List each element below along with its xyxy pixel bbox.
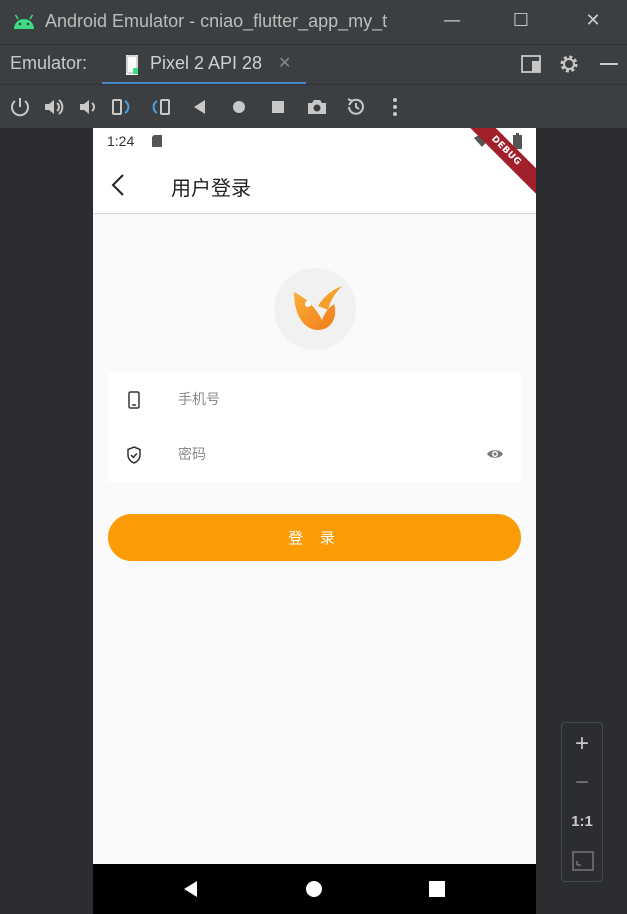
volume-up-icon[interactable] [42, 95, 66, 119]
window-title: Android Emulator - cniao_flutter_app_my_… [45, 11, 388, 31]
login-form [108, 372, 521, 482]
close-window-button[interactable]: ✕ [582, 10, 604, 32]
zoom-in-button[interactable]: + [562, 729, 602, 759]
zoom-controls: + − 1:1 [561, 722, 603, 882]
tab-close-icon[interactable]: ✕ [278, 53, 291, 72]
page-title: 用户登录 [171, 176, 251, 200]
eye-icon[interactable] [486, 446, 504, 462]
emulator-label: Emulator: [10, 53, 88, 73]
settings-gear-icon[interactable] [558, 53, 580, 75]
more-icon[interactable] [383, 95, 407, 119]
login-button[interactable]: 登 录 [108, 514, 521, 561]
overview-icon[interactable] [266, 95, 290, 119]
phone-input[interactable] [178, 388, 468, 412]
snapshot-icon[interactable] [344, 95, 368, 119]
app-logo [274, 268, 356, 350]
device-screen[interactable]: 1:24 用户登录 DEBUG 手机号 登 录 [93, 128, 536, 914]
back-arrow-icon[interactable] [109, 173, 129, 197]
rotate-right-icon[interactable] [148, 95, 172, 119]
android-nav-bar [93, 864, 536, 914]
tab-label: Pixel 2 API 28 [150, 53, 263, 73]
nav-back-icon[interactable] [181, 879, 201, 899]
minimize-button[interactable]: — [441, 10, 463, 32]
home-icon[interactable] [227, 95, 251, 119]
nav-overview-icon[interactable] [427, 879, 447, 899]
volume-down-icon[interactable] [76, 95, 100, 119]
password-field [108, 427, 521, 482]
nav-home-icon[interactable] [304, 879, 324, 899]
window-title-bar: Android Emulator - cniao_flutter_app_my_… [0, 0, 627, 44]
device-icon [126, 55, 138, 75]
bird-logo-icon [294, 286, 342, 330]
fit-screen-icon[interactable] [572, 851, 594, 871]
status-time: 1:24 [107, 133, 135, 149]
power-icon[interactable] [8, 95, 32, 119]
sd-card-icon [152, 135, 162, 147]
layout-icon[interactable] [520, 53, 542, 75]
emulator-toolbar [0, 84, 627, 128]
maximize-button[interactable]: ☐ [510, 10, 532, 32]
password-input[interactable] [178, 443, 468, 467]
phone-field [108, 372, 521, 427]
back-icon[interactable] [188, 95, 212, 119]
zoom-out-button[interactable]: − [562, 768, 602, 798]
rotate-left-icon[interactable] [110, 95, 134, 119]
emulator-tab-bar: Emulator: Pixel 2 API 28 ✕ [0, 44, 627, 85]
zoom-one-to-one-button[interactable]: 1:1 [562, 807, 602, 837]
phone-icon [128, 391, 140, 409]
screenshot-icon[interactable] [305, 95, 329, 119]
shield-icon [127, 446, 141, 464]
hide-panel-icon[interactable] [598, 53, 620, 75]
android-icon [14, 14, 34, 29]
status-bar: 1:24 [93, 128, 536, 156]
app-bar: 用户登录 [93, 156, 536, 214]
tab-pixel-2-api-28[interactable]: Pixel 2 API 28 ✕ [102, 45, 306, 85]
